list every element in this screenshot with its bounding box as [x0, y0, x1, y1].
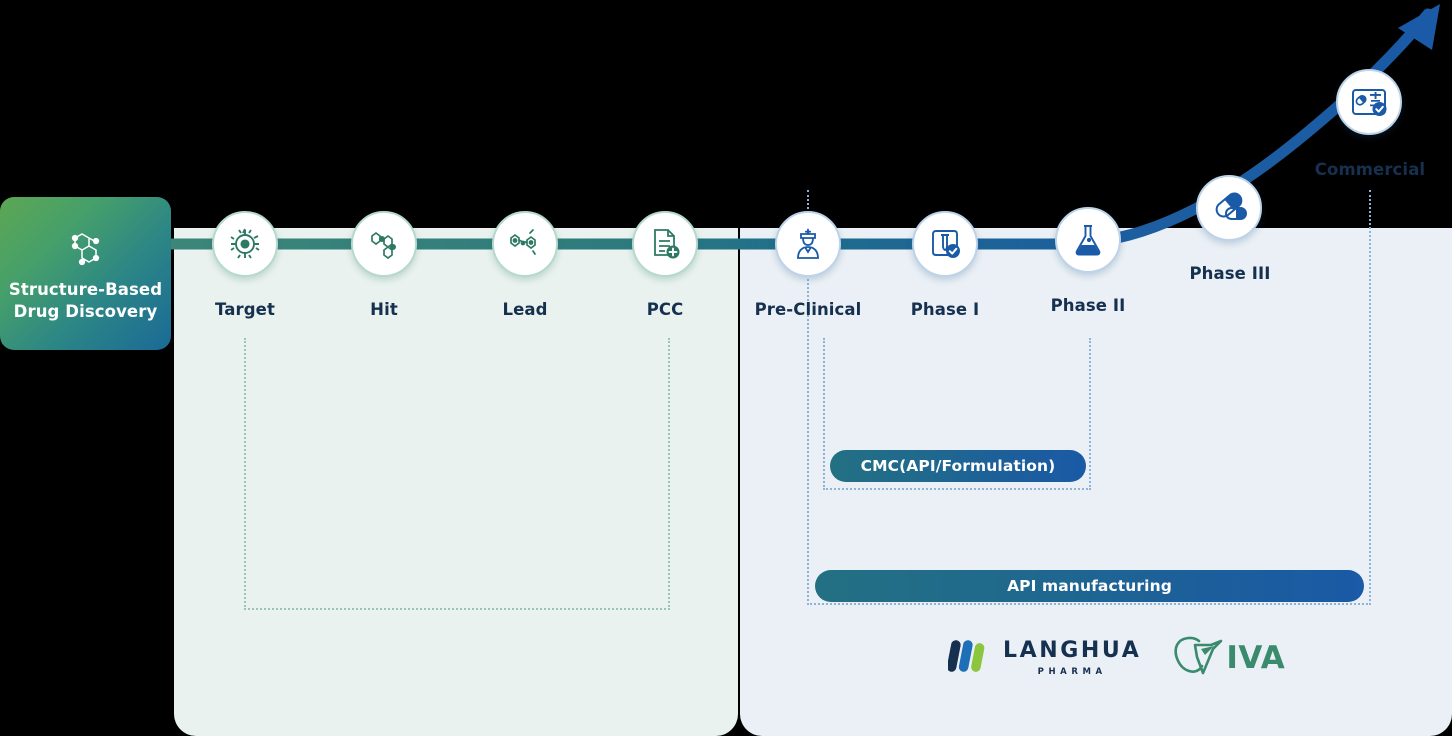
milestone-node-phase-iii[interactable]: [1196, 175, 1262, 241]
document-plus-icon: [654, 229, 680, 259]
langhua-subtitle: PHARMA: [1037, 666, 1107, 677]
milestone-node-phase-ii[interactable]: [1055, 207, 1121, 273]
milestone-label-hit: Hit: [370, 300, 398, 319]
scientist-doctor-icon: [797, 228, 819, 259]
hit-molecule-icon: [371, 231, 396, 260]
milestone-node-lead[interactable]: [492, 211, 558, 277]
langhua-name: LANGHUA: [1003, 637, 1142, 663]
discovery-region-outline: [244, 338, 670, 610]
card-line-1: Structure-Based: [8, 280, 163, 300]
viva-arrow-icon: [1171, 635, 1229, 681]
workstream-pill-cmc[interactable]: CMC(API/Formulation): [830, 450, 1086, 482]
milestone-label-phase-i: Phase I: [910, 300, 980, 319]
workstream-pill-api-manufacturing[interactable]: API manufacturing: [815, 570, 1364, 602]
milestone-node-pre-clinical[interactable]: [775, 211, 841, 277]
pipeline-diagram: Structure-Based Drug Discovery Target Hi…: [0, 0, 1452, 736]
production-license-icon: [1352, 89, 1387, 116]
milestone-node-pcc[interactable]: [632, 211, 698, 277]
test-tube-check-icon: [932, 230, 960, 258]
card-line-2: Drug Discovery: [13, 302, 158, 321]
target-cell-receptor-icon: [230, 228, 260, 259]
milestone-label-pre-clinical: Pre-Clinical: [754, 300, 862, 319]
milestone-node-hit[interactable]: [351, 211, 417, 277]
viva-wordmark: IVA: [1226, 639, 1286, 676]
capsule-pills-icon: [1215, 192, 1247, 220]
workstream-label-api-manufacturing: API manufacturing: [1007, 577, 1172, 595]
structure-based-drug-discovery-card[interactable]: Structure-Based Drug Discovery: [0, 197, 171, 350]
milestone-label-phase-iii: Phase III: [1189, 264, 1271, 283]
langhua-three-bars-icon: [946, 636, 992, 680]
milestone-label-pcc: PCC: [646, 300, 684, 319]
milestone-label-phase-ii: Phase II: [1050, 296, 1126, 315]
flask-icon: [1075, 225, 1101, 256]
milestone-label-lead: Lead: [502, 300, 548, 319]
milestone-node-phase-i[interactable]: [912, 211, 978, 277]
langhua-wordmark: LANGHUA PHARMA: [1003, 637, 1142, 677]
milestone-node-target[interactable]: [212, 211, 278, 277]
milestone-label-target: Target: [215, 300, 275, 319]
milestone-node-commercial[interactable]: [1336, 69, 1402, 135]
molecule-structure-icon: [66, 230, 106, 270]
milestone-label-commercial: Commercial: [1314, 160, 1426, 179]
logo-lockup: LANGHUA PHARMA IVA: [946, 634, 1285, 682]
lead-molecule-icon: [510, 229, 536, 255]
workstream-label-cmc: CMC(API/Formulation): [860, 457, 1056, 475]
